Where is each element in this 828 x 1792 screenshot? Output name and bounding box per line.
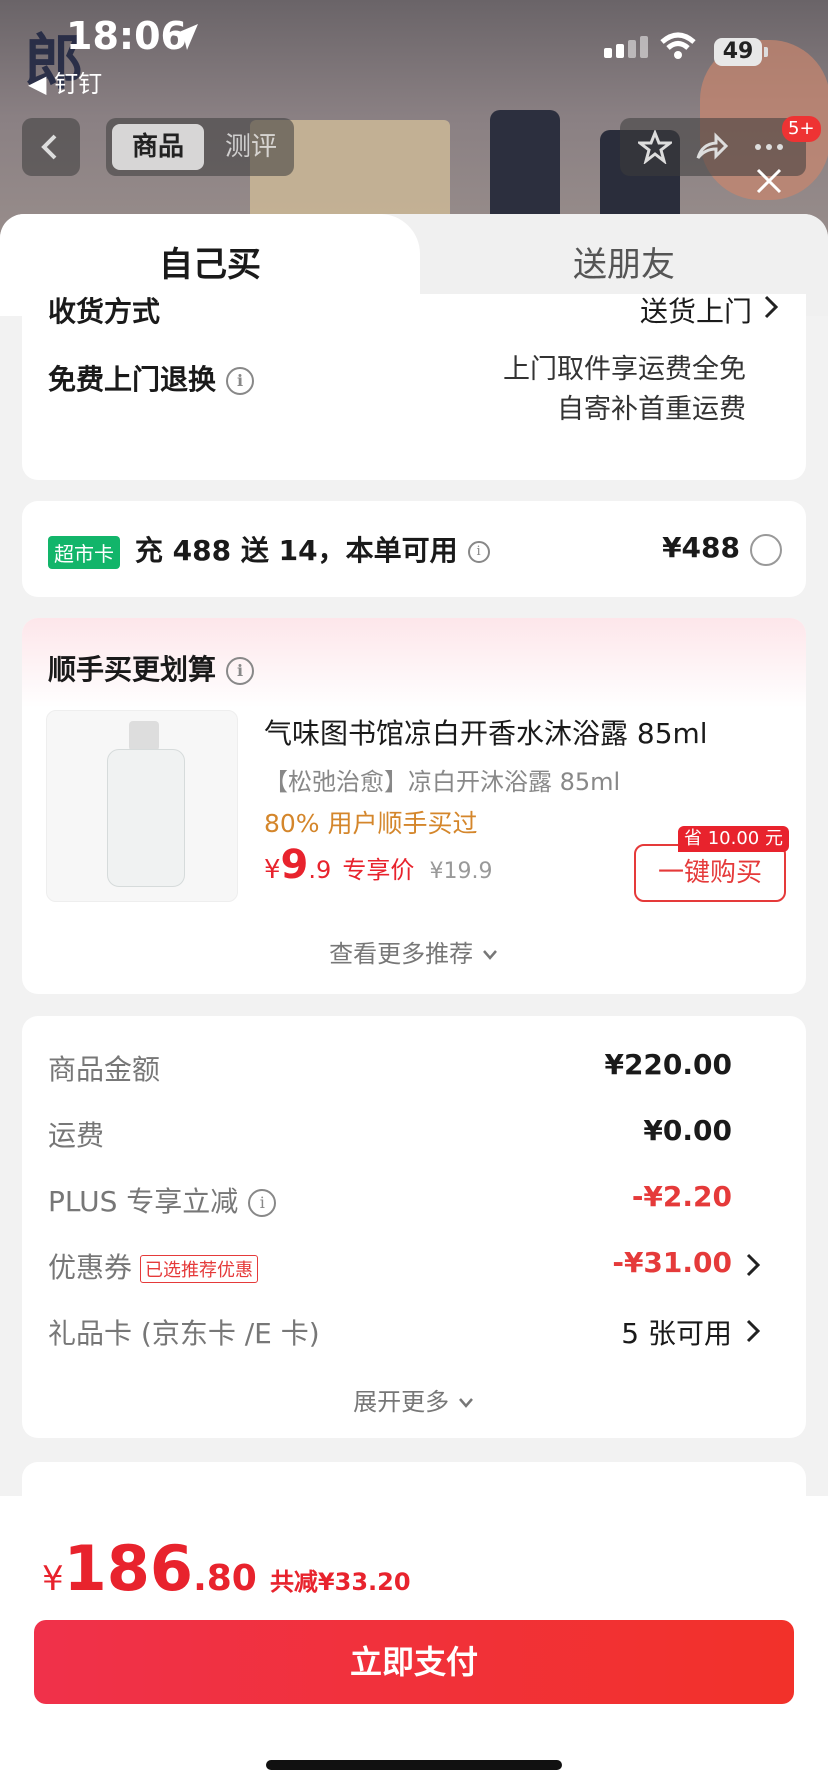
bottle-cap (129, 721, 159, 751)
row-label: 商品金额 (48, 1053, 161, 1086)
original-price: ¥19.9 (429, 859, 493, 884)
info-icon[interactable]: i (226, 367, 255, 395)
chevron-down-icon (482, 950, 497, 960)
bottom-pay-bar: ¥186.80 共减¥33.20 立即支付 (0, 1496, 828, 1792)
social-proof: 80% 用户顺手买过 (264, 809, 478, 838)
savings-tag: 省 10.00 元 (678, 826, 789, 852)
supermarket-card-offer[interactable]: 超市卡 充 488 送 14，本单可用 i ¥488 (22, 501, 806, 597)
info-icon[interactable]: i (467, 541, 490, 563)
expand-more[interactable]: 展开更多 (22, 1382, 806, 1417)
share-icon[interactable] (694, 130, 728, 164)
chevron-right-icon (764, 295, 779, 319)
expand-more-label: 展开更多 (353, 1388, 450, 1416)
star-icon[interactable] (638, 130, 672, 164)
see-more-recommendations[interactable]: 查看更多推荐 (22, 934, 806, 969)
total-price: ¥186.80 共减¥33.20 (42, 1532, 411, 1605)
close-icon[interactable] (752, 164, 786, 198)
bottle-image (107, 749, 185, 887)
row-value: ¥0.00 (643, 1114, 732, 1147)
delivery-card: 收货方式 送货上门 免费上门退换 i 上门取件享运费全免 自寄补首重运费 (22, 294, 806, 480)
one-click-buy-button[interactable]: 一键购买 (634, 844, 786, 902)
product-thumbnail[interactable] (46, 710, 238, 902)
return-policy: 上门取件享运费全免 自寄补首重运费 (503, 350, 746, 430)
row-label-plus: PLUS 专享立减 i (48, 1180, 277, 1220)
chevron-left-icon (41, 134, 57, 160)
total-reduction: 共减¥33.20 (269, 1568, 411, 1596)
row-label-coupon: 优惠券 已选推荐优惠 (48, 1246, 259, 1286)
chevron-right-icon (746, 1253, 761, 1277)
delivery-method-value[interactable]: 送货上门 (640, 290, 752, 330)
home-indicator[interactable] (266, 1760, 562, 1770)
summary-row-giftcard[interactable]: 礼品卡 (京东卡 /E 卡) 5 张可用 (48, 1312, 768, 1352)
coupon-label: 优惠券 (48, 1251, 133, 1284)
upsell-price: ¥9.9 专享价 ¥19.9 (264, 842, 492, 888)
offer-text: 充 488 送 14，本单可用 (134, 534, 458, 567)
back-button[interactable] (22, 118, 80, 176)
battery-indicator: 49 (714, 38, 762, 66)
row-value: ¥220.00 (604, 1048, 732, 1081)
offer-radio[interactable] (750, 534, 782, 566)
return-policy-line2: 自寄补首重运费 (557, 394, 746, 425)
wifi-icon (660, 32, 696, 59)
summary-row-goods: 商品金额 ¥220.00 (48, 1048, 768, 1088)
status-time: 18:06 (66, 14, 187, 58)
tab-review[interactable]: 测评 (214, 124, 288, 170)
coupon-tag: 已选推荐优惠 (140, 1255, 259, 1283)
info-icon[interactable]: i (226, 657, 255, 685)
info-icon[interactable]: i (248, 1189, 277, 1217)
more-icon[interactable] (752, 130, 786, 164)
see-more-label: 查看更多推荐 (329, 940, 474, 968)
price-symbol: ¥ (264, 855, 281, 885)
summary-row-plus: PLUS 专享立减 i -¥2.20 (48, 1180, 768, 1220)
chevron-down-icon (458, 1398, 473, 1408)
row-value: 5 张可用 (621, 1317, 732, 1350)
upsell-card: 顺手买更划算 i 气味图书馆凉白开香水沐浴露 85ml 【松弛治愈】凉白开沐浴露 … (22, 618, 806, 994)
upsell-product-title[interactable]: 气味图书馆凉白开香水沐浴露 85ml (264, 712, 708, 752)
return-policy-line1: 上门取件享运费全免 (503, 354, 746, 385)
product-nav-tabs: 商品 测评 (106, 118, 294, 176)
price-integer: 9 (280, 842, 309, 888)
row-label: 运费 (48, 1119, 105, 1152)
supermarket-card-tag: 超市卡 (48, 535, 120, 569)
battery-tip (764, 47, 768, 57)
row-value: -¥2.20 (631, 1180, 732, 1213)
summary-row-coupon[interactable]: 优惠券 已选推荐优惠 -¥31.00 (48, 1246, 768, 1286)
back-app-label: 钉钉 (54, 70, 103, 98)
row-label: 礼品卡 (京东卡 /E 卡) (48, 1317, 320, 1350)
row-value: -¥31.00 (612, 1246, 732, 1279)
location-arrow-icon (172, 24, 198, 50)
price-decimal: .9 (308, 856, 332, 884)
back-to-app-link[interactable]: ◀ 钉钉 (28, 64, 102, 99)
tab-product[interactable]: 商品 (112, 124, 204, 170)
offer-price: ¥488 (662, 531, 740, 564)
total-integer: 186 (63, 1532, 194, 1605)
free-return-label: 免费上门退换 (48, 363, 217, 396)
message-count-badge: 5+ (782, 116, 821, 142)
plus-label: PLUS 专享立减 (48, 1185, 239, 1218)
upsell-title-row: 顺手买更划算 i (48, 648, 780, 688)
price-summary-card: 商品金额 ¥220.00 运费 ¥0.00 PLUS 专享立减 i -¥2.20 … (22, 1016, 806, 1438)
upsell-product-subtitle: 【松弛治愈】凉白开沐浴露 85ml (264, 768, 621, 796)
chevron-right-icon (746, 1319, 761, 1343)
price-label: 专享价 (342, 856, 415, 884)
pay-now-button[interactable]: 立即支付 (34, 1620, 794, 1704)
upsell-title: 顺手买更划算 (48, 653, 217, 686)
summary-row-shipping: 运费 ¥0.00 (48, 1114, 768, 1154)
total-decimal: .80 (193, 1558, 257, 1599)
total-currency: ¥ (42, 1559, 64, 1599)
